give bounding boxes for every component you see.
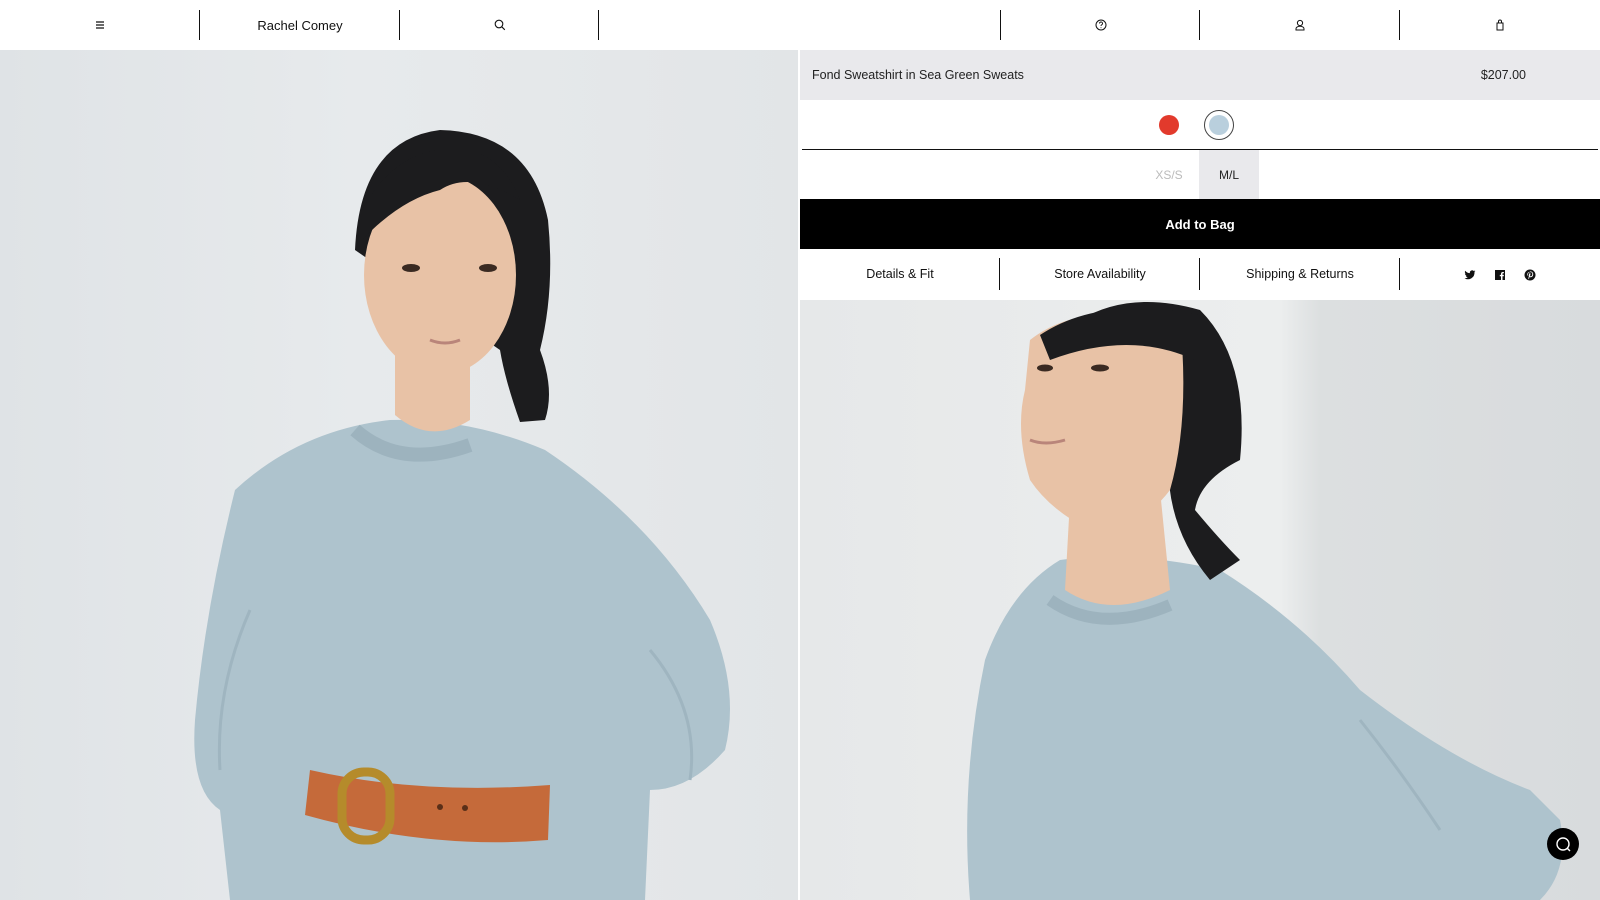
size-option-xs-s[interactable]: XS/S <box>1139 150 1199 199</box>
tab-shipping-returns[interactable]: Shipping & Returns <box>1200 257 1400 290</box>
color-dot-red <box>1159 114 1179 135</box>
product-photo-front[interactable] <box>0 50 798 900</box>
tab-store-availability[interactable]: Store Availability <box>1000 257 1200 290</box>
product-panel: Fond Sweatshirt in Sea Green Sweats $207… <box>800 50 1600 298</box>
help-button[interactable] <box>1001 0 1200 50</box>
model-front-illustration <box>194 130 730 900</box>
add-to-bag-button[interactable]: Add to Bag <box>800 199 1600 249</box>
size-option-m-l[interactable]: M/L <box>1199 150 1259 199</box>
twitter-icon[interactable] <box>1464 268 1476 280</box>
menu-icon <box>96 21 104 29</box>
size-selector: XS/S M/L <box>800 150 1600 199</box>
account-icon <box>1295 19 1305 31</box>
pinterest-icon[interactable] <box>1524 268 1536 280</box>
brand-logo[interactable]: Rachel Comey <box>200 0 400 50</box>
bag-button[interactable] <box>1400 0 1600 50</box>
social-share <box>1400 268 1600 280</box>
color-swatch-sea-green[interactable] <box>1204 109 1234 140</box>
brand-name: Rachel Comey <box>257 17 343 33</box>
header-spacer <box>599 0 1001 50</box>
product-photo-side[interactable] <box>800 300 1600 900</box>
tab-details-fit[interactable]: Details & Fit <box>800 257 1000 290</box>
chat-icon <box>1556 837 1571 852</box>
product-title: Fond Sweatshirt in Sea Green Sweats <box>812 68 1024 82</box>
search-icon <box>494 19 505 31</box>
info-tabs: Details & Fit Store Availability Shippin… <box>800 249 1600 298</box>
site-header: Rachel Comey <box>0 0 1600 50</box>
color-swatch-red[interactable] <box>1154 110 1184 140</box>
search-button[interactable] <box>400 0 599 50</box>
color-selector <box>802 100 1598 150</box>
bag-icon <box>1496 19 1504 31</box>
color-dot-sea-green <box>1209 114 1229 135</box>
facebook-icon[interactable] <box>1494 268 1506 280</box>
chat-button[interactable] <box>1547 828 1579 860</box>
help-icon <box>1095 19 1106 31</box>
model-side-illustration <box>967 302 1563 900</box>
account-button[interactable] <box>1200 0 1400 50</box>
product-title-bar: Fond Sweatshirt in Sea Green Sweats $207… <box>800 50 1600 100</box>
product-price: $207.00 <box>1480 68 1526 82</box>
menu-button[interactable] <box>0 0 200 50</box>
